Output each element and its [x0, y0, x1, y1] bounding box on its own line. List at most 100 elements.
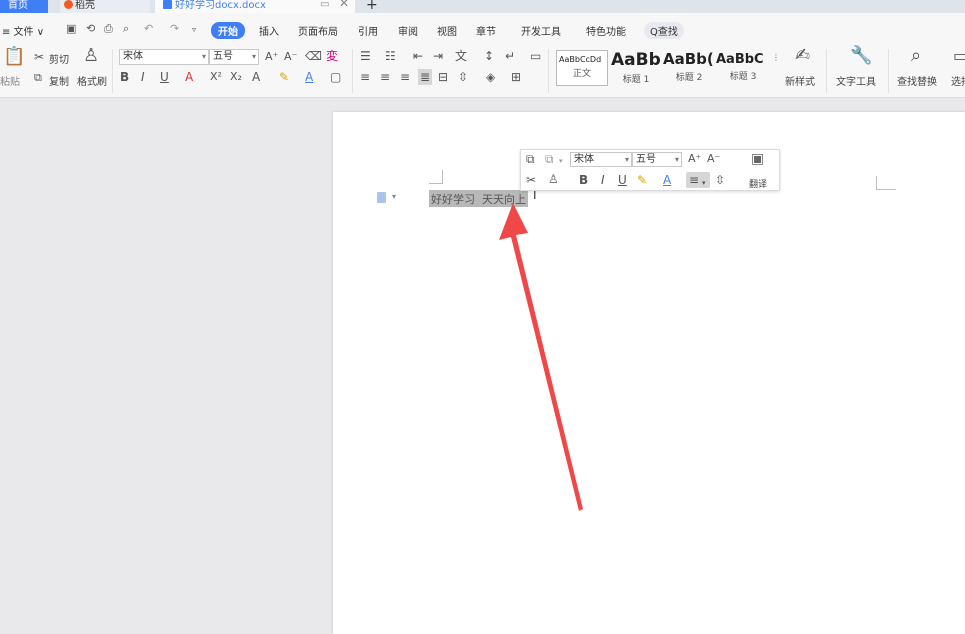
- translate-icon[interactable]: ▣: [751, 152, 764, 166]
- shading-icon[interactable]: ◈: [486, 70, 495, 84]
- save-icon[interactable]: ▣: [66, 22, 76, 35]
- menu-insert[interactable]: 插入: [259, 23, 279, 38]
- close-icon[interactable]: ✕: [339, 0, 349, 9]
- font-color-icon[interactable]: A: [663, 173, 671, 187]
- chinese-layout-icon[interactable]: 文: [455, 49, 467, 63]
- paragraph-handle-icon[interactable]: [377, 192, 386, 203]
- text-tools-button[interactable]: 文字工具: [836, 73, 876, 88]
- style-heading-1[interactable]: AaBb 标题 1: [611, 50, 661, 86]
- copy-button[interactable]: 复制: [49, 73, 69, 88]
- line-spacing-icon[interactable]: ⇳: [715, 173, 725, 187]
- menu-review[interactable]: 审阅: [398, 23, 418, 38]
- line-spacing-icon[interactable]: ⇳: [458, 70, 468, 84]
- underline-icon[interactable]: U: [618, 173, 627, 187]
- scissors-icon[interactable]: ✂: [526, 173, 536, 187]
- italic-icon[interactable]: I: [141, 70, 145, 84]
- new-tab-button[interactable]: +: [366, 0, 382, 13]
- align-center-icon[interactable]: ≡: [380, 70, 390, 84]
- print-icon[interactable]: ⎙: [104, 22, 113, 36]
- tab-home[interactable]: 首页: [0, 0, 48, 13]
- table-icon[interactable]: ▭: [530, 49, 541, 63]
- print-preview-icon[interactable]: ⌕: [123, 22, 129, 36]
- highlight-icon[interactable]: ✎: [279, 70, 289, 84]
- paste-icon[interactable]: ⧉: [545, 152, 554, 166]
- phonetic-guide-icon[interactable]: 変: [326, 49, 338, 63]
- pin-icon[interactable]: ▭: [320, 0, 329, 10]
- format-painter-icon[interactable]: ♙: [83, 47, 99, 65]
- superscript-icon[interactable]: X²: [210, 70, 222, 84]
- menu-developer[interactable]: 开发工具: [521, 23, 561, 38]
- bold-icon[interactable]: B: [120, 70, 129, 84]
- select-icon[interactable]: ▭: [953, 48, 965, 64]
- numbered-list-icon[interactable]: ☷: [385, 49, 396, 63]
- styles-scroll-icon[interactable]: ⋮: [772, 51, 780, 65]
- wrench-icon[interactable]: 🔧: [850, 47, 872, 65]
- menu-search[interactable]: Q查找: [644, 22, 684, 39]
- font-size-select[interactable]: 五号 ▾: [209, 49, 259, 65]
- mini-font-name-select[interactable]: 宋体 ▾: [570, 152, 632, 167]
- font-name-select[interactable]: 宋体 ▾: [119, 49, 209, 65]
- tab-document[interactable]: 好好学习docx.docx ▭ ✕: [155, 0, 355, 13]
- font-color-icon[interactable]: A: [305, 70, 313, 84]
- style-heading-2[interactable]: AaBb( 标题 2: [663, 50, 715, 86]
- align-right-icon[interactable]: ≡: [400, 70, 410, 84]
- redo-icon[interactable]: ↷: [170, 22, 179, 35]
- increase-indent-icon[interactable]: ⇥: [433, 49, 443, 63]
- clear-format-icon[interactable]: ⌫: [305, 49, 322, 63]
- new-style-icon[interactable]: ✍: [795, 47, 810, 65]
- menu-chapter[interactable]: 章节: [476, 23, 496, 38]
- increase-font-icon[interactable]: A⁺: [265, 50, 278, 64]
- selected-document-text[interactable]: 好好学习 天天向上: [429, 190, 528, 207]
- justify-icon[interactable]: ≣: [418, 69, 433, 85]
- chevron-down-icon: ▾: [624, 155, 629, 164]
- find-replace-button[interactable]: 查找替换: [897, 73, 937, 88]
- menu-page-layout[interactable]: 页面布局: [298, 23, 338, 38]
- align-left-icon[interactable]: ≡: [360, 70, 370, 84]
- menu-file[interactable]: ≡ 文件 ∨: [2, 23, 44, 38]
- cut-button[interactable]: 剪切: [49, 51, 69, 66]
- copy-icon[interactable]: ⧉: [526, 152, 535, 166]
- subscript-icon[interactable]: X₂: [230, 70, 242, 84]
- paste-button[interactable]: 粘贴: [0, 73, 20, 88]
- borders-icon[interactable]: ⊞: [511, 70, 521, 84]
- search-icon[interactable]: ⌕: [911, 47, 921, 65]
- menu-view[interactable]: 视图: [437, 23, 457, 38]
- format-painter-button[interactable]: 格式刷: [77, 73, 107, 88]
- quick-access-dropdown-icon[interactable]: ▿: [192, 25, 196, 34]
- underline-icon[interactable]: U: [160, 70, 169, 84]
- mini-font-size-select[interactable]: 五号 ▾: [632, 152, 682, 167]
- decrease-indent-icon[interactable]: ⇤: [413, 49, 423, 63]
- italic-icon[interactable]: I: [601, 173, 605, 187]
- copy-icon[interactable]: ⧉: [34, 71, 42, 85]
- select-button[interactable]: 选择: [951, 73, 965, 88]
- menu-special-features[interactable]: 特色功能: [586, 23, 626, 38]
- style-label: 正文: [572, 69, 591, 79]
- menu-references[interactable]: 引用: [358, 23, 378, 38]
- format-painter-icon[interactable]: ♙: [548, 172, 559, 186]
- sort-icon[interactable]: ↕: [484, 49, 494, 63]
- char-border-icon[interactable]: ▢: [330, 70, 341, 84]
- style-heading-3[interactable]: AaBbC 标题 3: [716, 50, 770, 86]
- decrease-font-icon[interactable]: A⁻: [284, 50, 297, 64]
- menu-start[interactable]: 开始: [211, 22, 245, 39]
- bold-icon[interactable]: B: [579, 173, 588, 187]
- new-style-button[interactable]: 新样式: [785, 73, 815, 88]
- bullet-list-icon[interactable]: ☰: [360, 49, 371, 63]
- chevron-down-icon[interactable]: ▾: [559, 154, 563, 168]
- strikethrough-icon[interactable]: A: [185, 70, 193, 84]
- decrease-font-icon[interactable]: A⁻: [707, 152, 720, 166]
- chevron-down-icon[interactable]: ▾: [392, 192, 396, 201]
- show-marks-icon[interactable]: ↵: [505, 49, 515, 63]
- translate-button[interactable]: 翻译: [749, 177, 767, 190]
- style-normal[interactable]: AaBbCcDd 正文: [556, 50, 608, 86]
- tab-daoke[interactable]: 稻壳: [60, 0, 150, 13]
- undo-icon[interactable]: ↶: [144, 22, 153, 35]
- highlight-icon[interactable]: ✎: [637, 173, 647, 187]
- paste-icon[interactable]: 📋: [3, 48, 25, 66]
- distributed-icon[interactable]: ⊟: [438, 70, 448, 84]
- align-dropdown-button[interactable]: ≡ ▾: [686, 172, 710, 188]
- export-icon[interactable]: ⟲: [86, 22, 95, 35]
- increase-font-icon[interactable]: A⁺: [688, 152, 701, 166]
- text-effect-icon[interactable]: A: [252, 70, 260, 84]
- scissors-icon[interactable]: ✂: [34, 50, 44, 64]
